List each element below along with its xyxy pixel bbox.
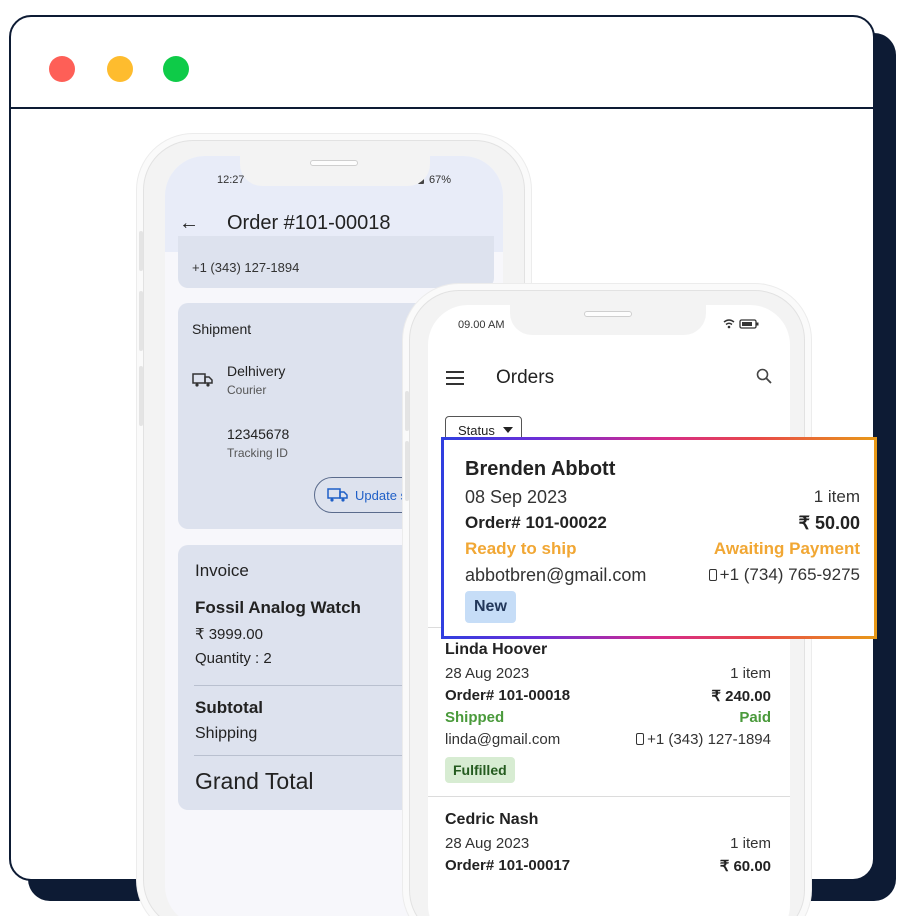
order-amount: ₹ 50.00 [798, 513, 861, 533]
payment-status: Paid [739, 709, 771, 726]
phone-side-button [405, 441, 409, 501]
product-quantity: Quantity : 2 [195, 650, 272, 667]
courier-label: Courier [227, 383, 267, 397]
customer-email: linda@gmail.com [445, 731, 561, 748]
order-date: 28 Aug 2023 [445, 665, 530, 682]
window-titlebar [11, 17, 873, 109]
order-amount: ₹ 60.00 [719, 858, 771, 875]
item-count: 1 item [813, 487, 860, 506]
shipping-status: Shipped [445, 709, 505, 726]
highlighted-order-card[interactable]: Brenden Abbott 08 Sep 2023 1 item Order#… [441, 437, 877, 639]
truck-icon [327, 488, 348, 502]
phone-notch [240, 156, 430, 186]
customer-phone-number: +1 (343) 127-1894 [647, 731, 771, 748]
order-date: 28 Aug 2023 [445, 835, 530, 852]
wifi-battery-icon [723, 319, 759, 329]
order-row: Brenden Abbott 08 Sep 2023 1 item Order#… [444, 440, 874, 636]
payment-status: Awaiting Payment [713, 539, 860, 558]
phone-side-button [405, 391, 409, 431]
shipping-label: Shipping [195, 725, 258, 742]
back-arrow-icon[interactable]: ← [179, 212, 199, 235]
product-price: ₹ 3999.00 [195, 626, 263, 643]
caret-down-icon [503, 427, 513, 433]
phone-side-button [139, 291, 143, 351]
search-icon[interactable] [756, 368, 772, 384]
status-badge: New [465, 591, 516, 623]
phone-speaker [310, 160, 358, 166]
customer-phone: +1 (343) 127-1894 [192, 260, 300, 275]
page-title: Order #101-00018 [227, 212, 391, 234]
customer-name: Cedric Nash [445, 811, 539, 828]
maximize-window-button[interactable] [163, 56, 189, 82]
divider [428, 796, 790, 797]
phone-icon [636, 733, 645, 745]
item-count: 1 item [730, 835, 771, 852]
update-shipment-label: Update s [355, 488, 408, 503]
customer-name: Brenden Abbott [465, 458, 616, 480]
minimize-window-button[interactable] [107, 56, 133, 82]
phone-side-button [139, 231, 143, 271]
subtotal-label: Subtotal [195, 698, 263, 717]
menu-icon[interactable] [446, 371, 464, 385]
order-number: Order# 101-00022 [465, 513, 607, 532]
truck-icon [192, 373, 213, 387]
tracking-label: Tracking ID [227, 446, 288, 460]
phone-notch [510, 305, 706, 335]
customer-phone: +1 (343) 127-1894 [636, 731, 771, 748]
status-filter-label: Status [458, 423, 495, 438]
order-amount: ₹ 240.00 [711, 688, 771, 705]
order-date: 08 Sep 2023 [465, 487, 568, 507]
status-time: 09.00 AM [458, 319, 505, 331]
phone-side-button [139, 366, 143, 426]
phone-icon [708, 569, 717, 581]
item-count: 1 item [730, 665, 771, 682]
status-icons [722, 317, 760, 335]
page-title: Orders [496, 367, 555, 388]
customer-email: abbotbren@gmail.com [465, 565, 647, 585]
order-number: Order# 101-00018 [445, 687, 571, 704]
stage: 12:27 67% ← Order #101-00018 +1 (343) 12… [0, 0, 904, 916]
order-number: Order# 101-00017 [445, 857, 571, 874]
status-time: 12:27 [217, 174, 245, 186]
shipping-status: Ready to ship [465, 539, 577, 558]
status-badge: Fulfilled [445, 757, 515, 783]
battery-percent: 67% [428, 174, 451, 186]
phone-speaker [584, 311, 632, 317]
customer-phone: +1 (734) 765-9275 [708, 565, 860, 585]
customer-name: Linda Hoover [445, 641, 548, 658]
courier-name: Delhivery [227, 363, 286, 379]
customer-card: +1 (343) 127-1894 [178, 236, 494, 288]
shipment-heading: Shipment [192, 321, 252, 337]
customer-phone-number: +1 (734) 765-9275 [719, 565, 860, 584]
product-name: Fossil Analog Watch [195, 598, 361, 617]
grand-total-label: Grand Total [195, 768, 314, 794]
invoice-heading: Invoice [195, 561, 249, 580]
close-window-button[interactable] [49, 56, 75, 82]
tracking-id: 12345678 [227, 426, 290, 442]
